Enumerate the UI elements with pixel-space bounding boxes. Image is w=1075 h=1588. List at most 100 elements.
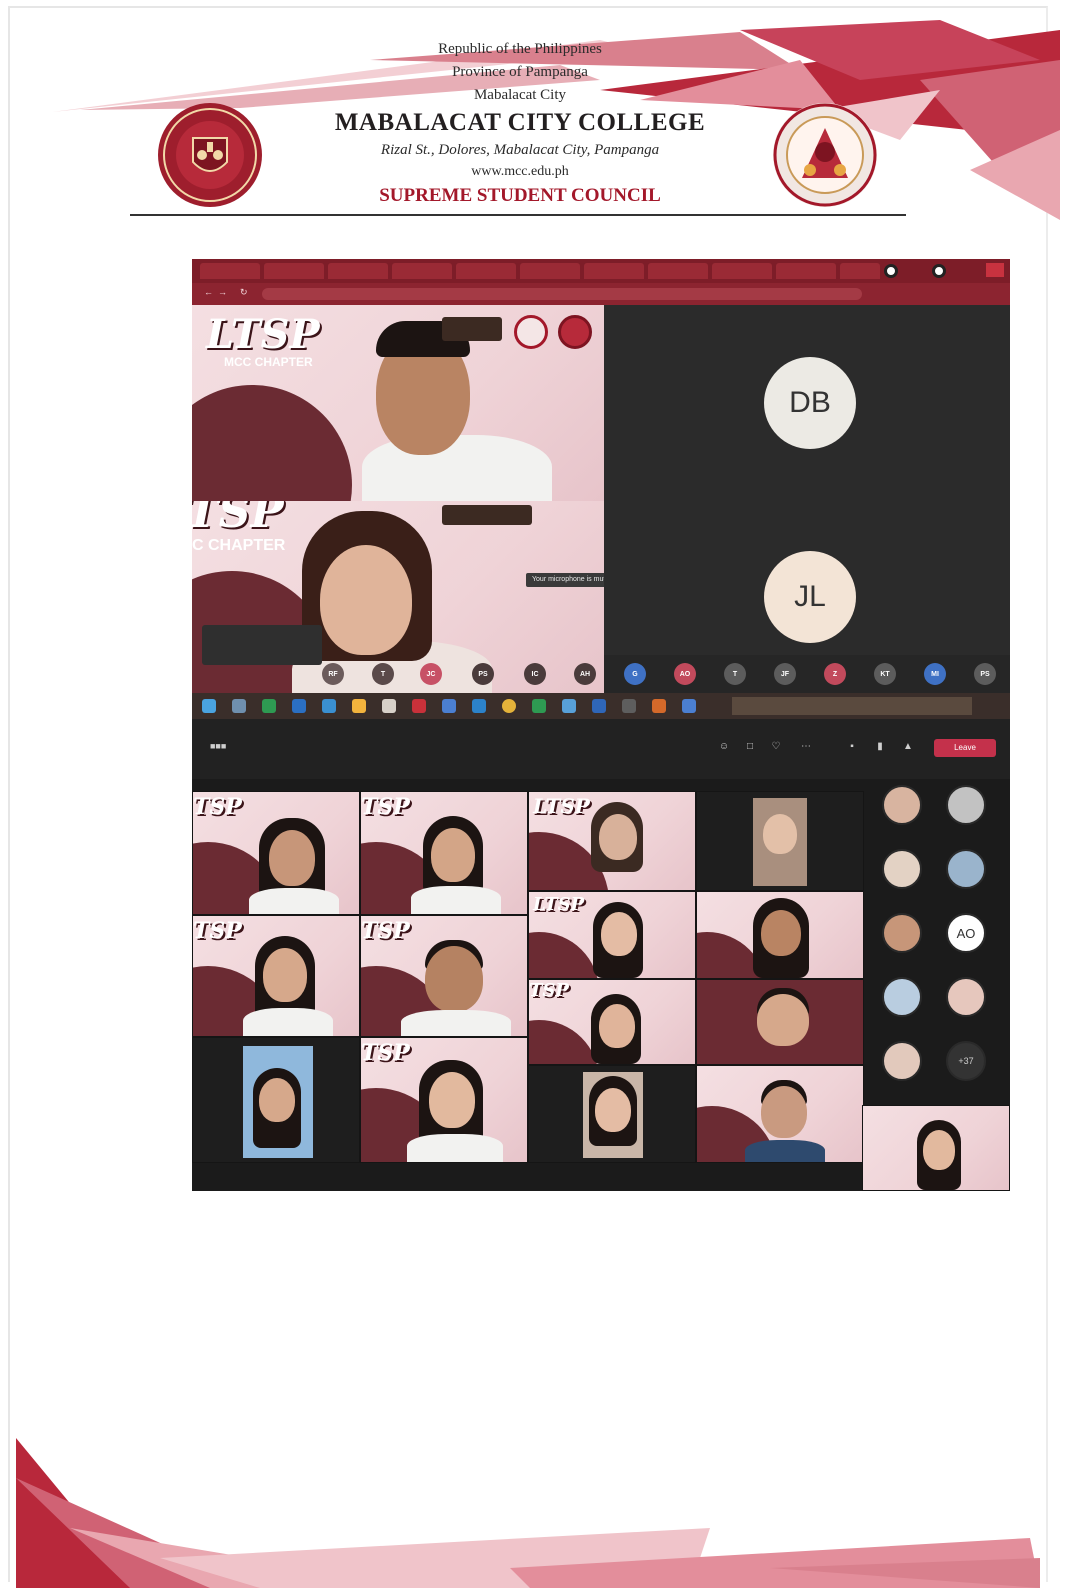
chrome-icon[interactable] <box>502 699 516 713</box>
gallery-tile[interactable]: TSP <box>192 915 360 1037</box>
browser-tab[interactable] <box>328 263 388 279</box>
close-window-icon[interactable] <box>986 263 1004 277</box>
participant-avatar[interactable] <box>882 1041 922 1081</box>
participant-strip: RF T JC PS IC AH G AO T JF Z KT MI PS <box>192 655 1010 691</box>
people-icon[interactable]: ☺ <box>718 741 730 753</box>
app-icon[interactable] <box>322 699 336 713</box>
edge-icon[interactable] <box>472 699 486 713</box>
browser-tab[interactable] <box>456 263 516 279</box>
org-badge <box>442 505 532 525</box>
app-icon[interactable] <box>292 699 306 713</box>
video-call-grid: LTSP MCC CHAPTER DB TSP C CHAPTER Your m… <box>192 305 1010 695</box>
participant-bubble[interactable]: T <box>372 663 394 685</box>
browser-tab[interactable] <box>712 263 772 279</box>
participant-bubble[interactable]: KT <box>874 663 896 685</box>
participant-bubble[interactable]: JC <box>420 663 442 685</box>
gallery-tile[interactable]: TSP <box>360 1037 528 1163</box>
browser-tab[interactable] <box>392 263 452 279</box>
record-icon[interactable] <box>932 264 946 278</box>
record-icon[interactable] <box>884 264 898 278</box>
gallery-tile[interactable] <box>192 1037 360 1163</box>
app-icon[interactable] <box>412 699 426 713</box>
camera-icon[interactable]: ▪ <box>846 741 858 753</box>
participant-avatar[interactable] <box>882 849 922 889</box>
app-icon[interactable] <box>562 699 576 713</box>
app-icon[interactable] <box>652 699 666 713</box>
reactions-icon[interactable]: ♡ <box>770 741 782 753</box>
mic-icon[interactable]: ▮ <box>874 741 886 753</box>
app-icon[interactable] <box>442 699 456 713</box>
participant-avatar[interactable] <box>946 849 986 889</box>
gallery-tile[interactable] <box>696 1065 864 1163</box>
participant-shirt <box>411 886 501 914</box>
app-icon[interactable] <box>262 699 276 713</box>
gallery-tile[interactable]: TSP <box>528 979 696 1065</box>
participant-bubble[interactable]: AH <box>574 663 596 685</box>
app-icon[interactable] <box>622 699 636 713</box>
browser-tab[interactable] <box>776 263 836 279</box>
gallery-tile[interactable] <box>696 891 864 979</box>
gallery-tile[interactable] <box>696 979 864 1065</box>
folder-icon[interactable] <box>352 699 366 713</box>
app-icon[interactable] <box>382 699 396 713</box>
self-view-tile[interactable] <box>862 1105 1010 1191</box>
url-field[interactable] <box>262 288 862 300</box>
browser-tab[interactable] <box>584 263 644 279</box>
browser-tab[interactable] <box>840 263 880 279</box>
browser-tab-strip <box>192 259 1010 283</box>
participant-bubble[interactable]: PS <box>472 663 494 685</box>
forward-icon[interactable]: → <box>218 287 227 297</box>
gallery-tile[interactable]: TSP <box>360 791 528 915</box>
gallery-tile[interactable]: TSP <box>192 791 360 915</box>
reload-icon[interactable]: ↻ <box>240 287 248 298</box>
meeting-screenshots: ← → ↻ LTSP MCC CHAPTER DB TSP C CHAPTER <box>192 259 1010 1191</box>
participant-bubble[interactable]: T <box>724 663 746 685</box>
province-line: Province of Pampanga <box>452 64 588 80</box>
share-icon[interactable]: ▲ <box>902 741 914 753</box>
participant-avatar[interactable] <box>882 977 922 1017</box>
participant-bubble[interactable]: Z <box>824 663 846 685</box>
browser-tab[interactable] <box>648 263 708 279</box>
participant-bubble[interactable]: RF <box>322 663 344 685</box>
video-tile-jl[interactable]: JL <box>604 501 1010 655</box>
gallery-tile[interactable] <box>528 1065 696 1163</box>
app-icon[interactable] <box>232 699 246 713</box>
back-icon[interactable]: ← <box>204 287 213 297</box>
video-tile-db[interactable]: DB <box>604 305 1010 501</box>
browser-address-bar: ← → ↻ <box>192 283 1010 305</box>
chapter-label: MCC CHAPTER <box>224 355 313 369</box>
browser-tab[interactable] <box>264 263 324 279</box>
more-icon[interactable]: ⋯ <box>800 741 812 753</box>
background-arc <box>529 932 599 978</box>
participant-bubble[interactable]: MI <box>924 663 946 685</box>
participant-avatar[interactable] <box>946 977 986 1017</box>
video-tile-speaker[interactable]: LTSP MCC CHAPTER <box>192 305 604 501</box>
gallery-tile[interactable] <box>696 791 864 891</box>
participant-bubble[interactable]: G <box>624 663 646 685</box>
org-seal-icon <box>558 315 592 349</box>
gallery-tile[interactable]: TSP <box>360 915 528 1037</box>
participant-shirt <box>745 1140 825 1162</box>
app-icon[interactable] <box>532 699 546 713</box>
gallery-tile[interactable]: LTSP <box>528 791 696 891</box>
participant-avatar[interactable]: AO <box>946 913 986 953</box>
start-icon[interactable] <box>202 699 216 713</box>
participant-avatar[interactable] <box>882 913 922 953</box>
participant-avatar[interactable] <box>946 785 986 825</box>
ltsp-logo-text: LTSP <box>533 894 585 915</box>
participant-bubble[interactable]: JF <box>774 663 796 685</box>
gallery-tile[interactable]: LTSP <box>528 891 696 979</box>
participant-bubble[interactable]: AO <box>674 663 696 685</box>
app-icon[interactable] <box>592 699 606 713</box>
app-icon[interactable] <box>682 699 696 713</box>
more-participants-badge[interactable]: +37 <box>946 1041 986 1081</box>
participant-bubble[interactable]: PS <box>974 663 996 685</box>
participant-face <box>320 545 412 655</box>
leave-button[interactable]: Leave <box>934 739 996 757</box>
mute-notice: Your microphone is muted <box>526 573 604 587</box>
browser-tab[interactable] <box>200 263 260 279</box>
participant-avatar[interactable] <box>882 785 922 825</box>
browser-tab[interactable] <box>520 263 580 279</box>
chat-icon[interactable]: □ <box>744 741 756 753</box>
participant-bubble[interactable]: IC <box>524 663 546 685</box>
